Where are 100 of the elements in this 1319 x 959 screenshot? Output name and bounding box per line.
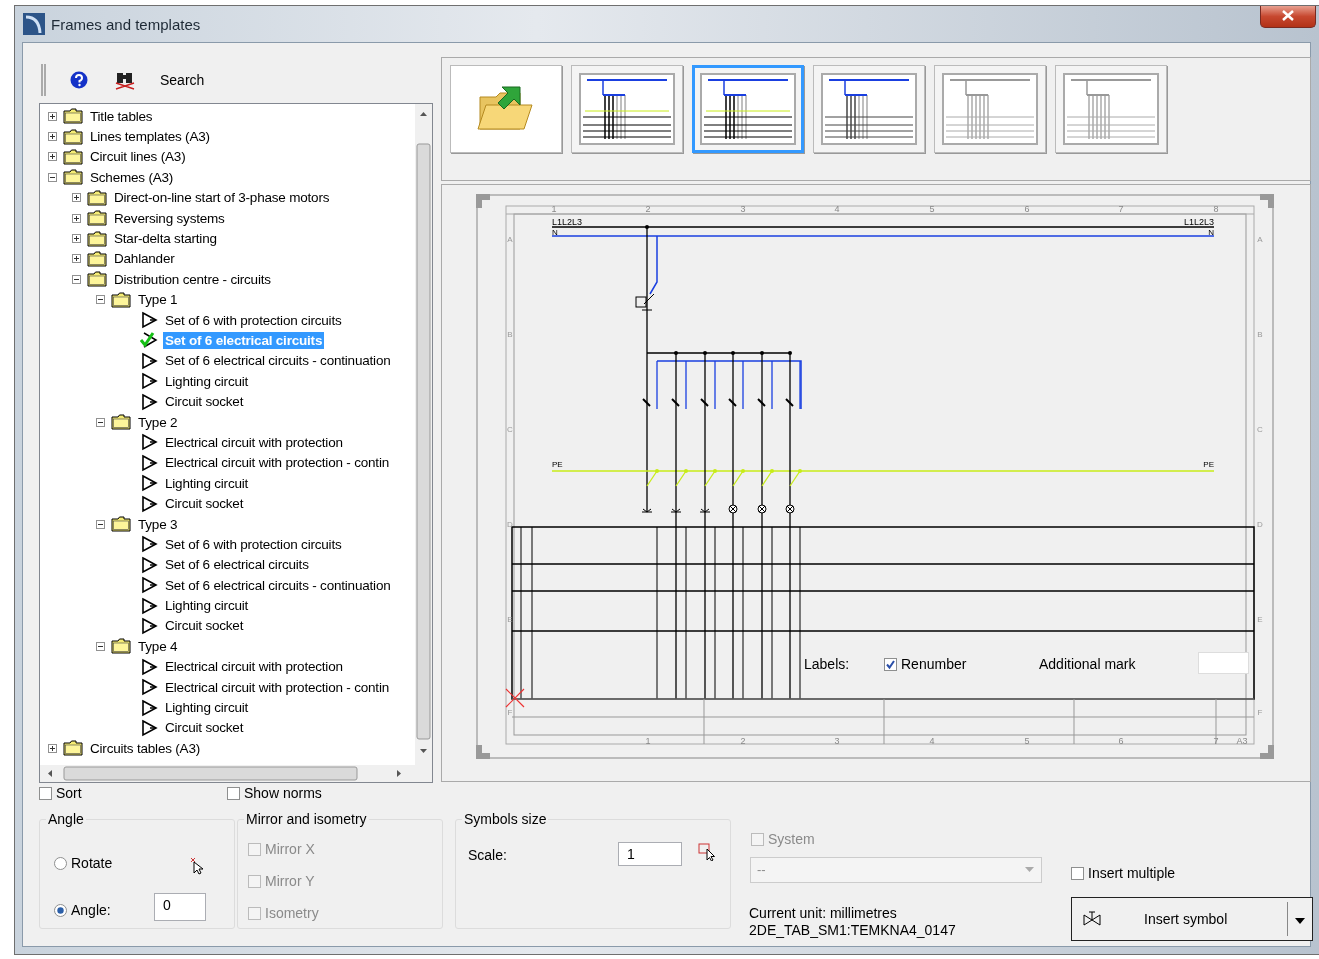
tree-item[interactable]: Electrical circuit with protection xyxy=(163,658,345,676)
tree-item[interactable]: Circuit socket xyxy=(163,719,246,737)
folder-icon xyxy=(63,169,83,186)
tree-item[interactable]: Circuit lines (A3) xyxy=(88,148,188,166)
insert-symbol-button[interactable]: Insert symbol xyxy=(1071,897,1313,941)
horizontal-scrollbar[interactable] xyxy=(40,765,415,782)
expander-icon[interactable] xyxy=(96,641,105,651)
additional-mark-field[interactable] xyxy=(1198,652,1249,674)
tree-item[interactable]: Circuit socket xyxy=(163,617,246,635)
phase-label: L1L2L3 xyxy=(1183,217,1214,227)
folder-icon xyxy=(111,638,131,655)
tree-item[interactable]: Type 4 xyxy=(136,637,180,655)
tree-item[interactable]: Electrical circuit with protection - contin xyxy=(163,454,391,472)
tree-item[interactable]: Set of 6 with protection circuits xyxy=(163,311,344,329)
folder-icon xyxy=(63,148,83,165)
tree-item[interactable]: Type 2 xyxy=(136,413,180,431)
close-button[interactable] xyxy=(1260,6,1316,28)
arrow-symbol-icon xyxy=(140,311,158,330)
arrow-symbol-icon xyxy=(140,698,158,717)
arrow-symbol-icon xyxy=(140,433,158,452)
pick-size-icon[interactable] xyxy=(698,843,716,861)
tree-item[interactable]: Circuit socket xyxy=(163,495,246,513)
tree-item[interactable]: Set of 6 electrical circuits - continuation xyxy=(163,352,393,370)
insert-multiple-checkbox[interactable] xyxy=(1071,866,1084,880)
angle-radio[interactable] xyxy=(54,903,67,917)
pointer-pick-icon[interactable] xyxy=(190,857,204,875)
expander-icon[interactable] xyxy=(72,234,81,244)
expander-icon[interactable] xyxy=(72,193,81,203)
tree-item[interactable]: Set of 6 with protection circuits xyxy=(163,535,344,553)
expander-icon[interactable] xyxy=(48,172,57,182)
folder-icon xyxy=(87,210,107,227)
expander-icon[interactable] xyxy=(96,295,105,305)
arrow-symbol-icon xyxy=(140,555,158,574)
column-number: 2 xyxy=(740,736,746,746)
tree-item[interactable]: Reversing systems xyxy=(112,209,227,227)
expander-icon[interactable] xyxy=(48,111,57,121)
expander-icon[interactable] xyxy=(72,254,81,264)
folder-icon xyxy=(87,230,107,247)
help-icon[interactable] xyxy=(70,71,88,89)
tree-item[interactable]: Electrical circuit with protection xyxy=(163,433,345,451)
tree-item[interactable]: Distribution centre - circuits xyxy=(112,270,273,288)
expander-icon[interactable] xyxy=(48,743,57,753)
expander-icon[interactable] xyxy=(48,132,57,142)
tree-item[interactable]: Lines templates (A3) xyxy=(88,128,212,146)
expander-icon[interactable] xyxy=(48,152,57,162)
tree-item[interactable]: Electrical circuit with protection - contin xyxy=(163,678,391,696)
tree-item[interactable]: Star-delta starting xyxy=(112,230,219,248)
renumber-label: Renumber xyxy=(901,656,967,672)
tree-item[interactable]: Type 1 xyxy=(136,291,180,309)
column-number: 4 xyxy=(834,204,840,214)
row-letter: C xyxy=(1257,425,1263,434)
row-letter: B xyxy=(1257,330,1263,339)
tree-item[interactable]: Lighting circuit xyxy=(163,372,251,390)
renumber-checkbox[interactable] xyxy=(884,657,897,671)
tree-item[interactable]: Schemes (A3) xyxy=(88,168,176,186)
template-thumbnail[interactable] xyxy=(450,65,562,153)
sort-checkbox[interactable] xyxy=(39,786,52,800)
tree-item[interactable]: Set of 6 electrical circuits - continuation xyxy=(163,576,393,594)
pe-label: PE xyxy=(552,460,563,469)
expander-icon[interactable] xyxy=(72,274,81,284)
column-number: 3 xyxy=(834,736,840,746)
window-title: Frames and templates xyxy=(51,15,201,33)
angle-field[interactable]: 0 xyxy=(154,893,206,921)
tree-item[interactable]: Title tables xyxy=(88,107,155,125)
column-number: 6 xyxy=(1118,736,1124,746)
arrow-symbol-icon xyxy=(140,494,158,513)
expander-icon[interactable] xyxy=(96,519,105,529)
vertical-scrollbar[interactable] xyxy=(415,104,432,782)
tree-item[interactable]: Dahlander xyxy=(112,250,177,268)
neutral-label: N xyxy=(1208,228,1214,237)
template-preview-icon xyxy=(821,73,917,145)
arrow-symbol-icon xyxy=(140,351,158,370)
template-thumbnail[interactable] xyxy=(934,65,1046,153)
tree-item[interactable]: Lighting circuit xyxy=(163,699,251,716)
insert-multiple-label: Insert multiple xyxy=(1088,865,1176,881)
dropdown-caret-icon xyxy=(1294,917,1305,924)
scale-field[interactable]: 1 xyxy=(618,842,682,866)
tree-item[interactable]: Type 3 xyxy=(136,515,180,533)
folder-icon xyxy=(87,271,107,288)
tree-item[interactable]: Lighting circuit xyxy=(163,597,251,615)
expander-icon[interactable] xyxy=(96,417,105,427)
show-norms-checkbox[interactable] xyxy=(227,786,240,800)
tree-item[interactable]: Lighting circuit xyxy=(163,474,251,492)
arrow-symbol-icon xyxy=(140,392,158,411)
tree-item[interactable]: Circuit socket xyxy=(163,393,246,411)
rotate-radio[interactable] xyxy=(54,856,67,870)
template-thumbnail[interactable] xyxy=(692,65,804,153)
valve-icon xyxy=(1082,911,1104,927)
template-thumbnail[interactable] xyxy=(571,65,683,153)
tree-item[interactable]: Direct-on-line start of 3-phase motors xyxy=(112,189,332,207)
expander-icon[interactable] xyxy=(72,213,81,223)
search-button[interactable]: Search xyxy=(156,70,209,90)
sort-label: Sort xyxy=(56,785,82,801)
template-thumbnail[interactable] xyxy=(1055,65,1167,153)
system-label: System xyxy=(768,831,815,847)
binoculars-icon[interactable] xyxy=(114,70,136,90)
pe-label: PE xyxy=(1203,460,1214,469)
tree-item[interactable]: Circuits tables (A3) xyxy=(88,739,203,757)
tree-item[interactable]: Set of 6 electrical circuits xyxy=(163,556,311,574)
template-thumbnail[interactable] xyxy=(813,65,925,153)
